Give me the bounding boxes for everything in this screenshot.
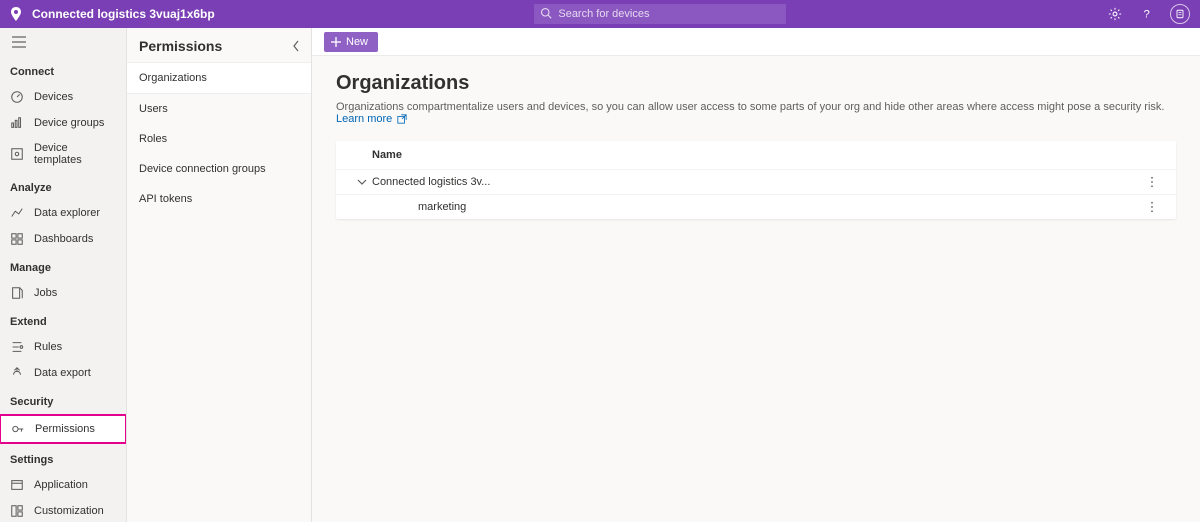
panel-item-roles[interactable]: Roles <box>127 124 311 154</box>
new-button[interactable]: New <box>324 32 378 52</box>
plus-icon <box>330 36 342 48</box>
collapse-icon[interactable] <box>291 40 301 52</box>
nav-item-label: Jobs <box>34 287 57 299</box>
panel-item-api-tokens[interactable]: API tokens <box>127 184 311 214</box>
col-name: Name <box>372 149 402 161</box>
nav-item-label: Data explorer <box>34 207 100 219</box>
new-button-label: New <box>346 36 368 48</box>
shell: Connect Devices Device groups Device templa… <box>0 28 1200 522</box>
learn-more-link[interactable]: Learn more <box>336 113 407 125</box>
panel-header: Permissions <box>127 28 311 62</box>
table-row[interactable]: marketing <box>336 195 1176 219</box>
nav-item-devices[interactable]: Devices <box>0 84 126 110</box>
table-header: Name <box>336 141 1176 170</box>
page-description: Organizations compartmentalize users and… <box>336 101 1176 125</box>
line-chart-icon <box>10 206 24 220</box>
secondary-panel: Permissions OrganizationsUsersRolesDevic… <box>127 28 312 522</box>
external-link-icon <box>397 114 407 124</box>
help-icon[interactable]: ? <box>1138 5 1156 23</box>
panel-title: Permissions <box>139 38 222 54</box>
nav-item-label: Permissions <box>35 423 95 435</box>
nav-item-label: Devices <box>34 91 73 103</box>
content-area: New Organizations Organizations compartm… <box>312 28 1200 522</box>
jobs-icon <box>10 286 24 300</box>
nav-item-device-groups[interactable]: Device groups <box>0 110 126 136</box>
page-title: Organizations <box>336 72 1176 95</box>
hamburger-icon[interactable] <box>0 28 126 56</box>
chevron-down-icon[interactable] <box>354 177 370 187</box>
nav-item-label: Device templates <box>34 142 116 166</box>
organizations-table: Name Connected logistics 3v... marketing <box>336 141 1176 219</box>
nav-group-label: Extend <box>0 306 126 334</box>
nav-item-device-templates[interactable]: Device templates <box>0 136 126 172</box>
dial-icon <box>10 90 24 104</box>
nav-item-dashboards[interactable]: Dashboards <box>0 226 126 252</box>
row-name: marketing <box>398 201 1146 213</box>
search-icon <box>540 7 552 19</box>
search-wrap <box>534 4 786 24</box>
template-icon <box>10 147 24 161</box>
user-avatar[interactable] <box>1170 4 1190 24</box>
nav-group-label: Settings <box>0 444 126 472</box>
more-icon[interactable] <box>1146 176 1164 188</box>
svg-text:?: ? <box>1144 9 1150 21</box>
page-body: Organizations Organizations compartmenta… <box>312 56 1200 235</box>
row-name: Connected logistics 3v... <box>370 176 1146 188</box>
nav-item-label: Rules <box>34 341 62 353</box>
nav-item-customization[interactable]: Customization <box>0 498 126 522</box>
nav-item-jobs[interactable]: Jobs <box>0 280 126 306</box>
location-icon <box>10 7 22 21</box>
settings-icon[interactable] <box>1106 5 1124 23</box>
app-title: Connected logistics 3vuaj1x6bp <box>32 7 215 21</box>
nav-item-data-explorer[interactable]: Data explorer <box>0 200 126 226</box>
table-row[interactable]: Connected logistics 3v... <box>336 170 1176 195</box>
custom-icon <box>10 504 24 518</box>
app-icon <box>10 478 24 492</box>
nav-group-label: Connect <box>0 56 126 84</box>
nav-item-data-export[interactable]: Data export <box>0 360 126 386</box>
panel-item-organizations[interactable]: Organizations <box>127 62 311 94</box>
nav-item-label: Data export <box>34 367 91 379</box>
nav-item-rules[interactable]: Rules <box>0 334 126 360</box>
global-header: Connected logistics 3vuaj1x6bp ? <box>0 0 1200 28</box>
nav-item-label: Device groups <box>34 117 104 129</box>
dashboard-icon <box>10 232 24 246</box>
nav-group-label: Manage <box>0 252 126 280</box>
nav-item-label: Dashboards <box>34 233 93 245</box>
nav-item-label: Customization <box>34 505 104 517</box>
export-icon <box>10 366 24 380</box>
rules-icon <box>10 340 24 354</box>
header-actions: ? <box>1106 4 1190 24</box>
panel-item-device-connection-groups[interactable]: Device connection groups <box>127 154 311 184</box>
panel-item-users[interactable]: Users <box>127 94 311 124</box>
nav-group-label: Analyze <box>0 172 126 200</box>
nav-item-permissions[interactable]: Permissions <box>0 414 127 444</box>
barchart-icon <box>10 116 24 130</box>
nav-group-label: Security <box>0 386 126 414</box>
more-icon[interactable] <box>1146 201 1164 213</box>
key-icon <box>11 422 25 436</box>
primary-nav: Connect Devices Device groups Device templa… <box>0 28 127 522</box>
nav-item-application[interactable]: Application <box>0 472 126 498</box>
search-input[interactable] <box>534 4 786 24</box>
nav-item-label: Application <box>34 479 88 491</box>
command-bar: New <box>312 28 1200 56</box>
